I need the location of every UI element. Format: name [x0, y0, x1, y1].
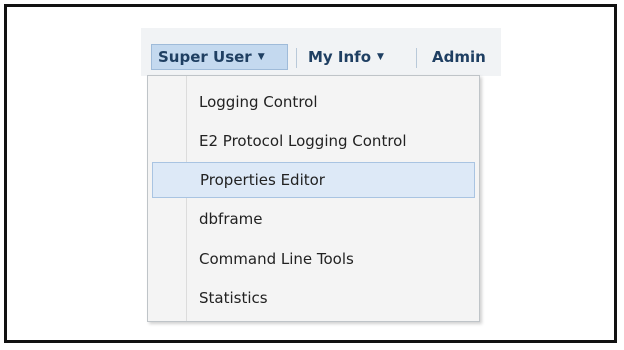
menu-super-user[interactable]: Super User ▼ [151, 44, 288, 70]
dropdown-item-command-line-tools[interactable]: Command Line Tools [152, 241, 475, 277]
menu-admin[interactable]: Admin [432, 44, 486, 70]
dropdown-item-label: dbframe [199, 210, 263, 228]
dropdown-item-statistics[interactable]: Statistics [152, 280, 475, 316]
dropdown-item-label: E2 Protocol Logging Control [199, 132, 407, 150]
super-user-dropdown: Logging Control E2 Protocol Logging Cont… [147, 75, 480, 322]
menu-my-info[interactable]: My Info ▼ [308, 44, 384, 70]
dropdown-item-label: Statistics [199, 289, 268, 307]
chevron-down-icon: ▼ [257, 52, 265, 62]
dropdown-item-logging-control[interactable]: Logging Control [152, 84, 475, 120]
dropdown-item-e2-protocol-logging-control[interactable]: E2 Protocol Logging Control [152, 123, 475, 159]
dropdown-item-label: Logging Control [199, 93, 318, 111]
menu-super-user-label: Super User [158, 48, 252, 66]
dropdown-item-label: Command Line Tools [199, 250, 354, 268]
dropdown-item-label: Properties Editor [200, 171, 325, 189]
menu-separator [416, 48, 417, 68]
menu-my-info-label: My Info [308, 48, 372, 66]
chevron-down-icon: ▼ [377, 52, 384, 62]
menu-separator [296, 48, 297, 68]
dropdown-item-properties-editor[interactable]: Properties Editor [152, 162, 475, 198]
menu-admin-label: Admin [432, 48, 486, 66]
dropdown-item-dbframe[interactable]: dbframe [152, 201, 475, 237]
top-menu-bar: Super User ▼ My Info ▼ Admin [141, 28, 501, 76]
